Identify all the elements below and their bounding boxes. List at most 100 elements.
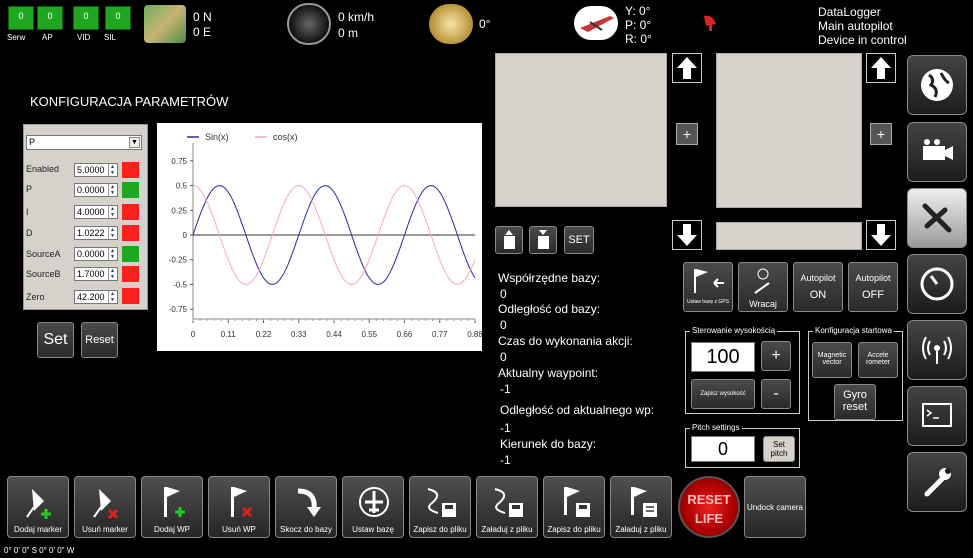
x-tick-label: 0.88 — [467, 330, 482, 339]
save-waypoints-button[interactable]: Zapisz do pliku — [543, 476, 605, 538]
remove-marker-button[interactable]: Usuń marker — [74, 476, 136, 538]
spinner-icon[interactable]: ▲ ▼ — [108, 268, 116, 280]
legend-label: Sin(x) — [205, 132, 229, 142]
arrow-up-icon — [677, 57, 697, 79]
altitude-minus-button[interactable]: - — [761, 379, 791, 409]
chevron-down-icon: ▼ — [129, 137, 140, 148]
upload-file-button[interactable] — [495, 226, 523, 254]
startup-title: Konfiguracja startowa — [813, 326, 894, 335]
video-camera-icon — [923, 139, 953, 160]
cfg-input-zero[interactable]: 42.200 ▲ ▼ — [74, 290, 118, 304]
pitch-input[interactable]: 0 — [691, 436, 755, 462]
plane-return-icon — [754, 268, 770, 294]
y-tick-label: 0.5 — [176, 182, 188, 191]
return-button[interactable]: Wracaj — [738, 262, 788, 312]
x-tick-label: 0 — [191, 330, 196, 339]
satellite-dish-icon — [702, 12, 720, 32]
side-map-button[interactable] — [907, 55, 967, 115]
right-down-arrow-button[interactable] — [866, 220, 896, 250]
jump-to-base-button[interactable]: Skocz do bazy — [275, 476, 337, 538]
undock-camera-button[interactable]: Undock camera — [744, 476, 806, 538]
side-terminal-button[interactable] — [907, 386, 967, 446]
altitude-input[interactable]: 100 — [691, 342, 755, 372]
save-waypoints-label: Zapisz do pliku — [547, 525, 601, 534]
status-label-sil: SIL — [104, 33, 117, 42]
camera-strip-right — [716, 222, 862, 250]
save-route-button[interactable]: Zapisz do pliku — [409, 476, 471, 538]
cfg-input-sourceb[interactable]: 1.7000 ▲ ▼ — [74, 267, 118, 281]
x-tick-label: 0.44 — [326, 330, 342, 339]
cfg-input-enabled[interactable]: 5.0000 ▲ ▼ — [74, 163, 118, 177]
device-line-2: Main autopilot — [818, 19, 893, 33]
save-altitude-button[interactable]: Zapisz wysokość — [691, 379, 755, 409]
base-dir-value: -1 — [500, 453, 511, 467]
add-marker-label: Dodaj marker — [13, 525, 62, 534]
base-dir-label: Kierunek do bazy: — [500, 437, 597, 451]
status-label-serw: Serw — [7, 33, 26, 42]
gyro-reset-button[interactable]: Gyro reset — [834, 384, 876, 420]
heading-value: 0° — [479, 17, 491, 31]
x-tick-label: 0.11 — [221, 330, 237, 339]
cfg-indicator-sourceb — [122, 266, 139, 282]
cfg-input-p[interactable]: 0.0000 ▲ ▼ — [74, 183, 118, 197]
set-base-gps-button[interactable]: Ustaw bazę z GPS — [683, 262, 733, 312]
spinner-icon[interactable]: ▲ ▼ — [108, 248, 116, 260]
spinner-icon[interactable]: ▲ ▼ — [108, 291, 116, 303]
cfg-indicator-sourcea — [122, 246, 139, 262]
altitude-plus-button[interactable]: + — [761, 341, 791, 371]
accelerometer-button[interactable]: Accele rometer — [858, 342, 898, 378]
autopilot-off-button[interactable]: Autopilot OFF — [848, 262, 898, 312]
spinner-icon[interactable]: ▲ ▼ — [108, 164, 116, 176]
cfg-input-d[interactable]: 1.0222 ▲ ▼ — [74, 226, 118, 240]
cfg-value-i: 4.0000 — [77, 207, 105, 217]
config-reset-button[interactable]: Reset — [81, 322, 118, 358]
set-pitch-button[interactable]: Set pitch — [763, 436, 795, 462]
cfg-input-i[interactable]: 4.0000 ▲ ▼ — [74, 205, 118, 219]
side-signal-button[interactable] — [907, 320, 967, 380]
y-tick-label: -0.25 — [169, 256, 188, 265]
spinner-icon[interactable]: ▲ ▼ — [108, 206, 116, 218]
download-file-button[interactable] — [529, 226, 557, 254]
load-waypoints-button[interactable]: Załaduj z pliku — [610, 476, 672, 538]
spinner-icon[interactable]: ▲ ▼ — [108, 227, 116, 239]
cfg-value-zero: 42.200 — [77, 292, 105, 302]
spinner-icon[interactable]: ▲ ▼ — [108, 184, 116, 196]
add-marker-button[interactable]: Dodaj marker — [7, 476, 69, 538]
cfg-label-zero: Zero — [26, 292, 45, 302]
flag-load-icon — [631, 487, 657, 517]
side-camera-button[interactable] — [907, 122, 967, 182]
wp-dist-value: -1 — [500, 421, 511, 435]
left-down-arrow-button[interactable] — [672, 220, 702, 250]
side-settings-button[interactable] — [907, 452, 967, 512]
autopilot-on-button[interactable]: Autopilot ON — [793, 262, 843, 312]
cfg-input-sourcea[interactable]: 0.0000 ▲ ▼ — [74, 247, 118, 261]
radio-signal-icon — [922, 336, 952, 364]
arrow-down-icon — [677, 224, 697, 246]
cfg-label-enabled: Enabled — [26, 164, 60, 174]
remove-wp-button[interactable]: Usuń WP — [208, 476, 270, 538]
side-plane-button[interactable] — [907, 188, 967, 248]
right-up-arrow-button[interactable] — [866, 53, 896, 83]
config-set-button[interactable]: Set — [37, 322, 74, 358]
autopilot-on-bot: ON — [809, 289, 827, 301]
left-zoom-plus-button[interactable]: + — [676, 123, 698, 145]
cfg-indicator-enabled — [122, 162, 139, 178]
mid-set-button[interactable]: SET — [564, 226, 594, 254]
parameter-select[interactable]: P ▼ — [26, 135, 142, 150]
gauge-icon — [920, 267, 954, 301]
reset-life-button[interactable]: RESET LIFE — [678, 476, 740, 538]
remove-marker-label: Usuń marker — [82, 525, 128, 534]
coords-footer: 0° 0' 0" S 0° 0' 0" W — [4, 546, 75, 555]
load-route-button[interactable]: Załaduj z pliku — [476, 476, 538, 538]
side-gauge-button[interactable] — [907, 254, 967, 314]
set-base-button[interactable]: Ustaw bazę — [342, 476, 404, 538]
yaw-value: Y: 0° — [625, 4, 651, 18]
map-thumbnail-icon — [144, 5, 186, 43]
magnetic-vector-button[interactable]: Magnetic vector — [812, 342, 852, 378]
add-wp-button[interactable]: Dodaj WP — [141, 476, 203, 538]
right-zoom-plus-button[interactable]: + — [870, 123, 892, 145]
flag-add-icon — [164, 487, 185, 517]
left-up-arrow-button[interactable] — [672, 53, 702, 83]
set-base-gps-label: Ustaw bazę z GPS — [687, 299, 729, 305]
cfg-indicator-zero — [122, 288, 139, 304]
